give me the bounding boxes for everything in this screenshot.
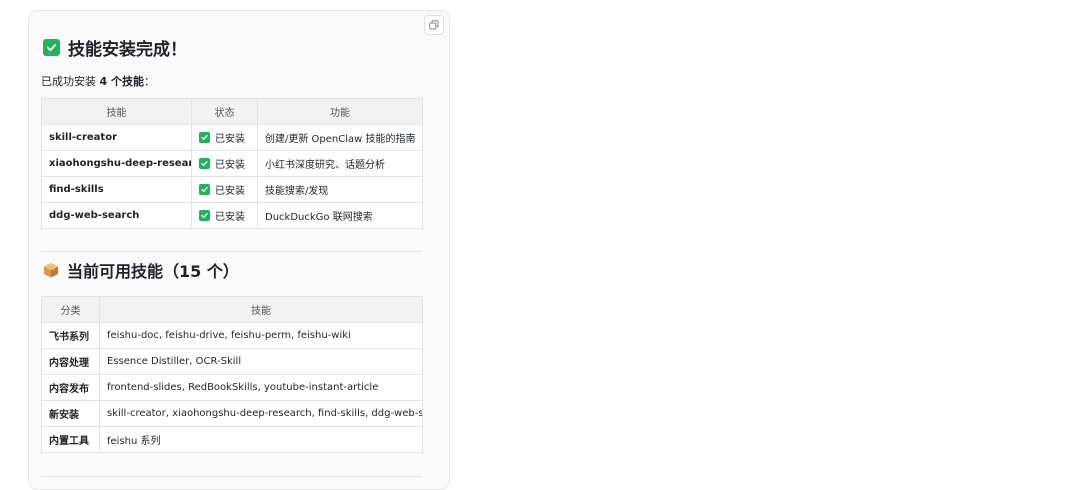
function-cell: 技能搜索/发现	[257, 176, 423, 203]
skill-name-cell: skill-creator	[41, 124, 192, 151]
table-row: 飞书系列 feishu-doc, feishu-drive, feishu-per…	[41, 322, 423, 349]
category-cell: 内容处理	[41, 348, 100, 375]
section-divider	[41, 476, 422, 477]
check-mark-icon	[199, 158, 210, 169]
status-cell: 已安装	[191, 176, 258, 203]
table-row: 内容发布 frontend-slides, RedBookSkills, yout…	[41, 374, 423, 401]
available-skills-heading: 当前可用技能（15 个）	[43, 259, 239, 281]
install-complete-heading: 技能安装完成！	[43, 36, 187, 60]
skills-cell: feishu 系列	[99, 426, 423, 453]
heading-text: 技能安装完成！	[68, 39, 187, 60]
category-cell: 内容发布	[41, 374, 100, 401]
status-text: 已安装	[215, 160, 245, 171]
assistant-message-card: 技能安装完成！ 已成功安装 4 个技能： 技能 状态 功能 skill-crea…	[28, 10, 450, 490]
status-text: 已安装	[215, 212, 245, 223]
table-row: find-skills 已安装 技能搜索/发现	[41, 176, 423, 203]
copy-icon	[429, 20, 439, 30]
category-cell: 内置工具	[41, 426, 100, 453]
installed-skills-table: 技能 状态 功能 skill-creator 已安装 创建/更新 OpenClaw …	[41, 98, 423, 229]
install-summary-text: 已成功安装 4 个技能：	[41, 73, 155, 89]
column-header: 技能	[41, 98, 192, 125]
column-header: 分类	[41, 296, 100, 323]
status-cell: 已安装	[191, 124, 258, 151]
column-header: 状态	[191, 98, 258, 125]
skills-cell: Essence Distiller, OCR-Skill	[99, 348, 423, 375]
function-cell: DuckDuckGo 联网搜索	[257, 202, 423, 229]
skills-cell: frontend-slides, RedBookSkills, youtube-…	[99, 374, 423, 401]
package-box-icon	[44, 263, 58, 278]
table-header-row: 分类 技能	[41, 296, 423, 323]
table-row: 内容处理 Essence Distiller, OCR-Skill	[41, 348, 423, 375]
table-row: ddg-web-search 已安装 DuckDuckGo 联网搜索	[41, 202, 423, 229]
available-skills-table: 分类 技能 飞书系列 feishu-doc, feishu-drive, feis…	[41, 296, 423, 453]
table-row: 内置工具 feishu 系列	[41, 426, 423, 453]
skill-name-cell: find-skills	[41, 176, 192, 203]
skill-name-cell: xiaohongshu-deep-research	[41, 150, 192, 177]
status-cell: 已安装	[191, 202, 258, 229]
check-mark-icon	[43, 38, 60, 56]
skill-name-cell: ddg-web-search	[41, 202, 192, 229]
skills-cell: skill-creator, xiaohongshu-deep-research…	[99, 400, 423, 427]
column-header: 功能	[257, 98, 423, 125]
skills-cell: feishu-doc, feishu-drive, feishu-perm, f…	[99, 322, 423, 349]
table-row: skill-creator 已安装 创建/更新 OpenClaw 技能的指南	[41, 124, 423, 151]
status-cell: 已安装	[191, 150, 258, 177]
table-row: 新安装 skill-creator, xiaohongshu-deep-resea…	[41, 400, 423, 427]
category-cell: 飞书系列	[41, 322, 100, 349]
status-text: 已安装	[215, 134, 245, 145]
status-text: 已安装	[215, 186, 245, 197]
function-cell: 创建/更新 OpenClaw 技能的指南	[257, 124, 423, 151]
intro-prefix: 已成功安装	[41, 75, 100, 88]
table-header-row: 技能 状态 功能	[41, 98, 423, 125]
section-title-text: 当前可用技能（15 个）	[67, 262, 239, 281]
check-mark-icon	[199, 210, 210, 221]
column-header: 技能	[99, 296, 423, 323]
check-mark-icon	[199, 132, 210, 143]
function-cell: 小红书深度研究、话题分析	[257, 150, 423, 177]
category-cell: 新安装	[41, 400, 100, 427]
check-mark-icon	[199, 184, 210, 195]
intro-count: 4 个技能	[99, 75, 144, 88]
copy-button[interactable]	[424, 15, 444, 35]
section-divider	[41, 251, 422, 252]
intro-suffix: ：	[143, 75, 155, 88]
table-row: xiaohongshu-deep-research 已安装 小红书深度研究、话题分析	[41, 150, 423, 177]
